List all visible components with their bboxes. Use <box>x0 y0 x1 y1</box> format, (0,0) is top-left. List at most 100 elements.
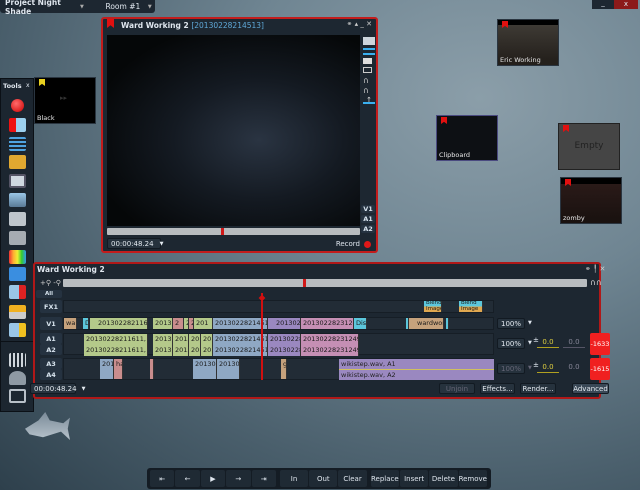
search-bin-icon[interactable] <box>9 155 26 169</box>
cut-icon[interactable] <box>9 285 26 299</box>
project-dropdown-icon[interactable]: ▼ <box>80 4 84 10</box>
a34-pan[interactable]: 0.0 <box>563 363 585 373</box>
tracks-icon[interactable] <box>363 48 375 55</box>
single-view-icon[interactable] <box>363 58 372 64</box>
color-icon[interactable] <box>9 250 26 264</box>
clip[interactable]: 20130 <box>193 359 217 379</box>
a34-level[interactable]: 100% <box>497 363 525 374</box>
clip[interactable]: wardwor <box>409 318 444 329</box>
clip[interactable]: 20130228214513 <box>213 318 268 329</box>
tile-zomby[interactable]: zomby <box>560 177 622 224</box>
scrub-marker[interactable] <box>221 228 224 235</box>
clip[interactable]: 20130228231249, A2 <box>301 345 359 356</box>
clip[interactable]: Dis <box>354 318 367 329</box>
go-to-start-button[interactable]: ⇤ <box>150 470 175 487</box>
dropdown-icon[interactable]: ▼ <box>528 365 532 371</box>
device-icon[interactable] <box>9 231 26 245</box>
clip[interactable]: 201 <box>194 318 213 329</box>
redo-icon[interactable]: ∩ <box>363 86 375 95</box>
record-button[interactable] <box>364 241 371 248</box>
sync-icon[interactable] <box>9 305 26 319</box>
download-icon[interactable] <box>9 389 26 403</box>
zoom-marker[interactable] <box>303 279 306 287</box>
track-fx1[interactable]: FX1 <box>40 300 62 313</box>
viewer-track-a1[interactable]: A1 <box>361 215 375 223</box>
record-icon[interactable] <box>11 99 24 112</box>
mark-out-button[interactable]: Out <box>309 470 338 487</box>
track-a3[interactable]: A3 <box>40 358 62 369</box>
clip[interactable]: 201 <box>100 359 114 379</box>
clip[interactable]: 20130228211611 <box>90 318 148 329</box>
tools-close[interactable]: x <box>26 82 30 89</box>
viewer-track-a2[interactable]: A2 <box>361 225 375 233</box>
tile-empty[interactable]: Empty <box>558 123 620 170</box>
fx-clip[interactable]: Blend Image <box>459 301 483 312</box>
rack-icon[interactable] <box>9 193 26 207</box>
room-dropdown-icon[interactable]: ▼ <box>148 4 152 10</box>
clip[interactable]: 20130228 <box>268 334 301 345</box>
clear-button[interactable]: Clear <box>338 470 367 487</box>
a12-gain[interactable]: 0.0 <box>537 338 559 348</box>
viewer-window-controls[interactable]: ⚭ ▴ _ ✕ <box>347 20 372 28</box>
insert-button[interactable]: Insert <box>400 470 429 487</box>
playhead[interactable] <box>261 293 263 380</box>
clip[interactable]: 2 <box>173 318 184 329</box>
clip[interactable]: ha <box>114 359 123 379</box>
dropdown-icon[interactable]: ▼ <box>528 340 532 346</box>
a34-gain[interactable]: 0.0 <box>537 363 559 373</box>
zoom-icons[interactable]: +⚲ -⚲ <box>40 279 61 287</box>
clip[interactable]: 20130228231249 <box>301 318 354 329</box>
output-icon[interactable] <box>9 323 26 337</box>
a12-level[interactable]: 100% <box>497 338 525 349</box>
track-v1[interactable]: V1 <box>40 317 62 330</box>
clip[interactable]: 20130228 <box>268 318 301 329</box>
track-all[interactable]: All <box>36 290 62 298</box>
clip[interactable]: D <box>83 318 89 329</box>
go-to-end-button[interactable]: ⇥ <box>251 470 276 487</box>
clip[interactable]: wikistep.wav, A1 <box>339 359 494 370</box>
clip[interactable]: 20 <box>201 345 213 356</box>
render-button[interactable]: Render... <box>520 383 556 394</box>
dual-view-icon[interactable] <box>363 67 372 73</box>
viewer-icon[interactable] <box>9 174 26 188</box>
users-icon[interactable] <box>9 371 26 385</box>
clip[interactable]: 20130 <box>153 334 173 345</box>
a12-pan[interactable]: 0.0 <box>563 338 585 348</box>
viewer-timecode[interactable]: 00:00:48.24 ▼ <box>107 238 163 249</box>
v1-level[interactable]: 100% <box>497 318 525 329</box>
clip[interactable]: 20130228 <box>268 345 301 356</box>
play-button[interactable]: ▶ <box>200 470 226 487</box>
clip[interactable]: 20 <box>201 334 213 345</box>
delete-button[interactable]: Delete <box>429 470 458 487</box>
track-a2[interactable]: A2 <box>40 344 62 355</box>
step-forward-button[interactable]: → <box>226 470 251 487</box>
timeline-window-controls[interactable]: ⚭ ╿ ✕ <box>585 265 605 273</box>
import-icon[interactable] <box>9 118 26 132</box>
replace-button[interactable]: Replace <box>370 470 399 487</box>
calculator-icon[interactable] <box>9 267 26 281</box>
video-frame[interactable] <box>107 35 360 226</box>
tile-eric-working[interactable]: Eric Working <box>497 19 559 66</box>
room-selector[interactable]: Room #1 <box>98 2 148 11</box>
export-icon[interactable] <box>9 212 26 226</box>
fx-clip[interactable]: Blend Image <box>424 301 442 312</box>
clip[interactable] <box>150 359 154 379</box>
tile-clipboard[interactable]: Clipboard <box>436 115 498 161</box>
timeline-zoom-bar[interactable] <box>63 279 587 287</box>
advanced-button[interactable]: Advanced <box>572 383 609 394</box>
viewer-track-v1[interactable]: V1 <box>361 205 375 213</box>
viewer-scrub-bar[interactable] <box>107 228 360 235</box>
upload-icon[interactable]: ↑ <box>363 96 375 104</box>
clip[interactable]: 2013 <box>173 334 189 345</box>
close-app-button[interactable]: x <box>614 0 638 9</box>
mark-in-button[interactable]: In <box>279 470 309 487</box>
grid-icon[interactable] <box>9 353 26 367</box>
minimize-app-button[interactable]: _ <box>592 0 614 9</box>
clip[interactable]: 20130 <box>153 345 173 356</box>
clip[interactable] <box>446 318 449 329</box>
tile-black[interactable]: ▸▸ Black <box>34 77 96 124</box>
track-a1[interactable]: A1 <box>40 333 62 344</box>
clip[interactable]: 20130228231249, A1 <box>301 334 359 345</box>
effects-button[interactable]: Effects... <box>480 383 515 394</box>
clip[interactable]: 2013 <box>173 345 189 356</box>
